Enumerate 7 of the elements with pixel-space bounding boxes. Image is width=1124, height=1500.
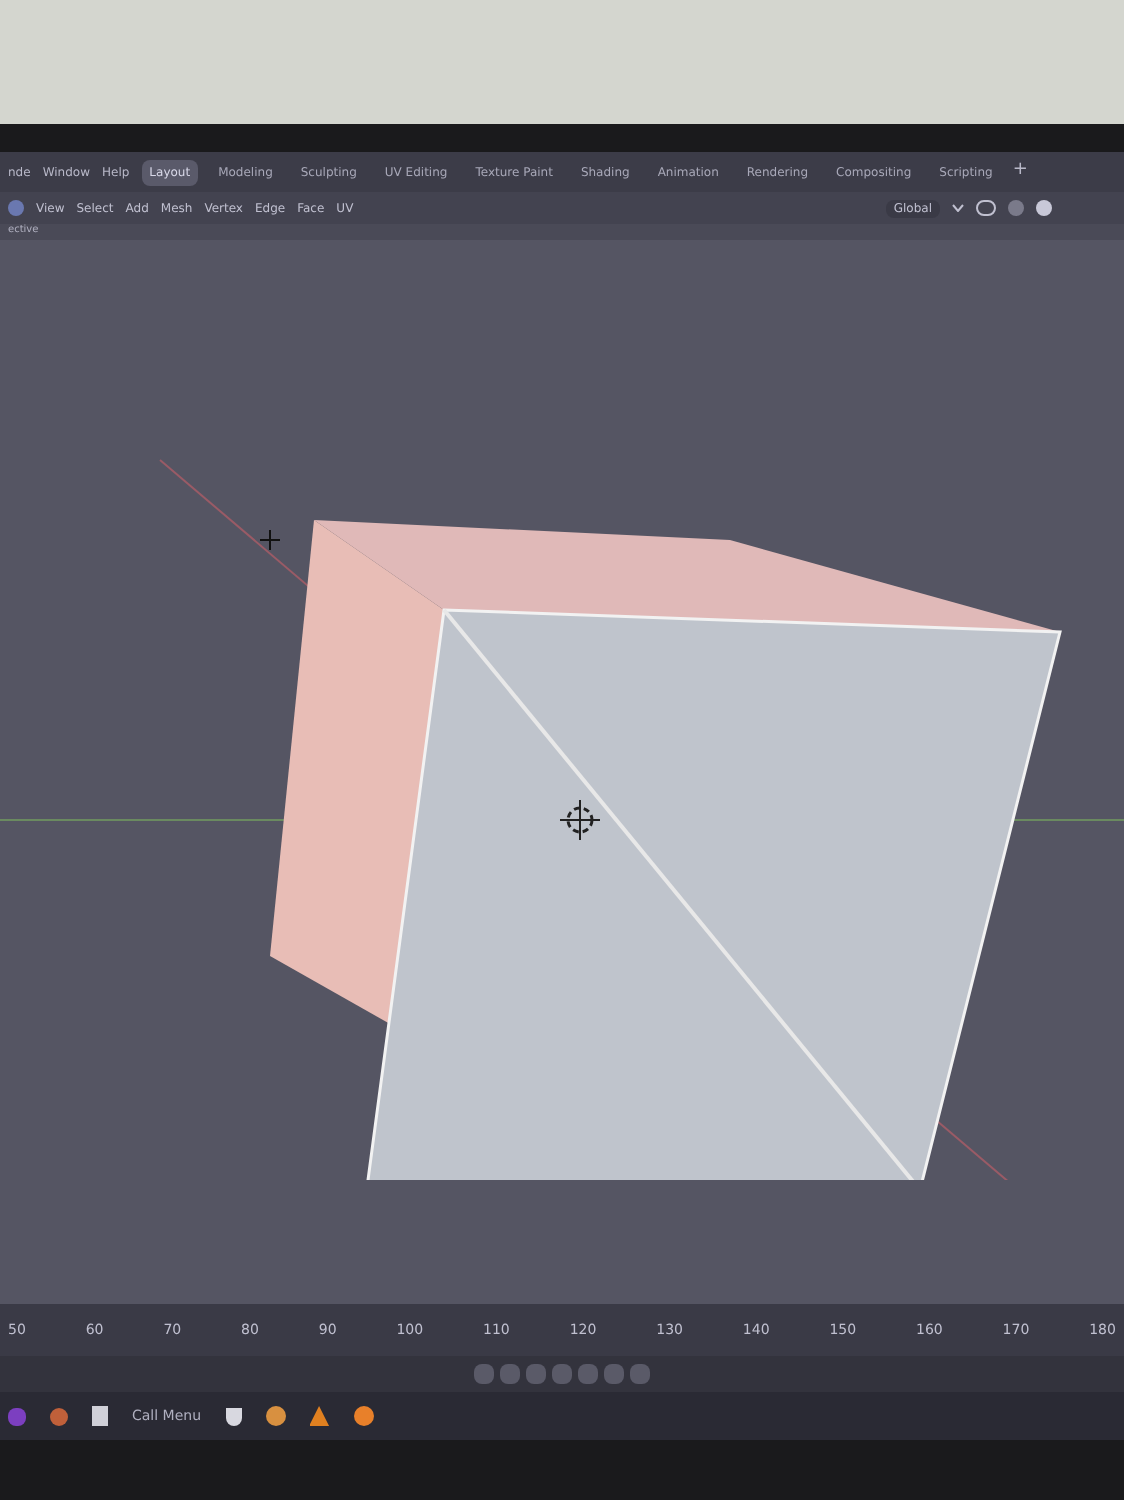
add-workspace-button[interactable]: + [1012,158,1028,186]
cone-icon[interactable] [309,1406,330,1426]
caret-icon[interactable] [952,204,964,212]
3d-cursor-icon [559,798,601,840]
app-icon[interactable] [8,1407,26,1425]
app-icon[interactable] [50,1407,68,1425]
shield-icon[interactable] [225,1407,242,1425]
